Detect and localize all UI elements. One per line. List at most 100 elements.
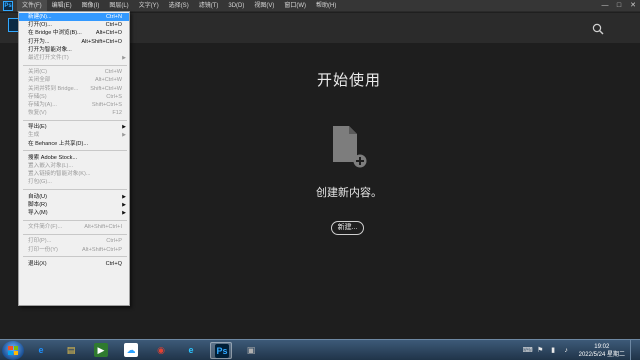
menu-item-label: 存储(S): [28, 93, 47, 100]
show-desktop-button[interactable]: [630, 340, 636, 360]
menu-item[interactable]: 视图(V): [249, 0, 279, 12]
menu-item-label: 在 Bridge 中浏览(B)...: [28, 30, 82, 37]
menu-item-label: 恢复(V): [28, 110, 47, 117]
menu-item-shortcut: Ctrl+O: [105, 22, 122, 29]
file-menu-item[interactable]: 搜索 Adobe Stock...: [19, 154, 129, 162]
menu-item-label: 生成: [28, 132, 40, 139]
menu-item[interactable]: 帮助(H): [311, 0, 341, 12]
ie-icon[interactable]: e: [30, 342, 52, 359]
menu-item-shortcut: Ctrl+P: [106, 238, 122, 245]
menu-item-shortcut: Alt+Shift+Ctrl+O: [81, 38, 122, 45]
menu-item-shortcut: Ctrl+N: [105, 14, 122, 20]
photoshop-icon[interactable]: Ps: [210, 342, 232, 359]
flag-icon[interactable]: ⚑: [536, 346, 545, 355]
menu-item-label: 导入(M): [28, 209, 48, 216]
menu-separator: [23, 189, 127, 191]
chrome-icon[interactable]: ◉: [150, 342, 172, 359]
menu-item-label: 导出(E): [28, 124, 47, 131]
menu-item-shortcut: Alt+Ctrl+O: [95, 30, 122, 37]
menu-item-shortcut: Ctrl+S: [106, 93, 122, 100]
menu-item[interactable]: 图层(L): [104, 0, 133, 12]
app-glyph: ▤: [66, 345, 76, 355]
menu-item-label: 新建(N)...: [28, 14, 52, 20]
close-icon[interactable]: ✕: [626, 0, 640, 12]
app-glyph: ▶: [94, 343, 108, 357]
file-menu-item[interactable]: 在 Behance 上共享(D)...: [19, 140, 129, 148]
file-menu-item[interactable]: 脚本(R) ▶: [19, 201, 129, 209]
new-document-icon: [331, 126, 367, 168]
file-menu-item: 关闭并转到 Bridge... Shift+Ctrl+W: [19, 85, 129, 93]
file-menu-item: 存储为(A)... Shift+Ctrl+S: [19, 101, 129, 109]
start-button[interactable]: [2, 341, 24, 360]
file-menu-item: 打印(P)... Ctrl+P: [19, 237, 129, 245]
menu-item-label: 关闭全部: [28, 77, 51, 84]
windows-logo-icon: [8, 346, 18, 355]
submenu-arrow-icon: ▶: [122, 124, 126, 131]
submenu-arrow-icon: ▶: [122, 132, 126, 139]
taskbar: e ▤ ▶ ☁ ◉ e Ps ▣ ⌨ ⚑ ▮ ♪ 19:02 2022/5/24 星期二: [0, 339, 640, 360]
menu-item-label: 脚本(R): [28, 201, 47, 208]
menu-item[interactable]: 3D(D): [223, 0, 249, 12]
baidu-netdisk-icon[interactable]: ☁: [120, 342, 142, 359]
new-button[interactable]: 新建...: [331, 221, 364, 235]
file-menu-item[interactable]: 在 Bridge 中浏览(B)... Alt+Ctrl+O: [19, 29, 129, 37]
menu-item[interactable]: 窗口(W): [279, 0, 311, 12]
media-player-icon[interactable]: ▶: [90, 342, 112, 359]
menu-item[interactable]: 图像(I): [77, 0, 105, 12]
menu-item-label: 存储为(A)...: [28, 101, 57, 108]
app-glyph: ◉: [157, 345, 165, 355]
input-method-icon[interactable]: ⌨: [523, 346, 533, 355]
maximize-icon[interactable]: □: [612, 0, 626, 12]
file-menu-item: 置入链接的智能对象(K)...: [19, 170, 129, 178]
menu-item-label: 置入链接的智能对象(K)...: [28, 171, 91, 178]
menu-item[interactable]: 选择(S): [164, 0, 194, 12]
menu-item-label: 搜索 Adobe Stock...: [28, 154, 78, 161]
file-menu-dropdown: 新建(N)... Ctrl+N 打开(O)... Ctrl+O 在 Bridge 中浏览…: [18, 11, 130, 306]
file-menu-item[interactable]: 新建(N)... Ctrl+N: [19, 13, 129, 22]
file-menu-item[interactable]: 导出(E) ▶: [19, 123, 129, 131]
file-menu-item[interactable]: 打开(O)... Ctrl+O: [19, 21, 129, 29]
submenu-arrow-icon: ▶: [122, 201, 126, 208]
file-menu-item: 打印一份(Y) Alt+Shift+Ctrl+P: [19, 246, 129, 254]
menu-item-label: 文件简介(F)...: [28, 224, 63, 231]
submenu-arrow-icon: ▶: [122, 209, 126, 216]
file-menu-item: 最近打开文件(T) ▶: [19, 54, 129, 62]
file-menu-item: 关闭全部 Alt+Ctrl+W: [19, 76, 129, 84]
system-tray: ⌨ ⚑ ▮ ♪ 19:02 2022/5/24 星期二: [523, 340, 636, 360]
app-glyph: ☁: [124, 343, 138, 357]
file-menu-item: 恢复(V) F12: [19, 109, 129, 117]
file-menu-item[interactable]: 打开为... Alt+Shift+Ctrl+O: [19, 38, 129, 46]
menu-item[interactable]: 文件(F): [17, 0, 47, 12]
volume-icon[interactable]: ♪: [562, 346, 571, 355]
clock[interactable]: 19:02 2022/5/24 星期二: [579, 343, 625, 359]
menu-separator: [23, 219, 127, 221]
file-menu-item: 关闭(C) Ctrl+W: [19, 68, 129, 76]
menu-item-label: 在 Behance 上共享(D)...: [28, 140, 88, 147]
window-controls: — □ ✕: [598, 0, 640, 12]
app-glyph: Ps: [215, 344, 229, 358]
file-menu-item: 生成 ▶: [19, 131, 129, 139]
minimize-icon[interactable]: —: [598, 0, 612, 12]
generic-app-icon[interactable]: ▣: [240, 342, 262, 359]
menu-item-label: 置入嵌入对象(L)...: [28, 163, 74, 169]
search-icon[interactable]: [592, 22, 604, 35]
menu-item-label: 自动(U): [28, 193, 47, 200]
menu-item-shortcut: F12: [112, 110, 122, 117]
file-menu-item[interactable]: 退出(X) Ctrl+Q: [19, 260, 129, 268]
file-menu-item[interactable]: 自动(U) ▶: [19, 193, 129, 201]
menu-item-label: 打开为智能对象...: [28, 46, 72, 53]
menu-item-shortcut: Shift+Ctrl+S: [91, 101, 122, 108]
menu-item[interactable]: 文字(Y): [134, 0, 164, 12]
menu-item[interactable]: 滤镜(T): [194, 0, 224, 12]
file-menu-item[interactable]: 打开为智能对象...: [19, 46, 129, 54]
explorer-icon[interactable]: ▤: [60, 342, 82, 359]
menu-item[interactable]: 编辑(E): [47, 0, 77, 12]
file-menu-item: 打包(G)...: [19, 178, 129, 186]
menu-separator: [23, 64, 127, 66]
file-menu-item: 文件简介(F)... Alt+Shift+Ctrl+I: [19, 223, 129, 231]
network-icon[interactable]: ▮: [549, 346, 558, 355]
menu-item-shortcut: Alt+Shift+Ctrl+P: [82, 246, 122, 253]
edge-icon[interactable]: e: [180, 342, 202, 359]
menu-item-label: 打印一份(Y): [28, 246, 58, 253]
file-menu-item[interactable]: 导入(M) ▶: [19, 209, 129, 217]
